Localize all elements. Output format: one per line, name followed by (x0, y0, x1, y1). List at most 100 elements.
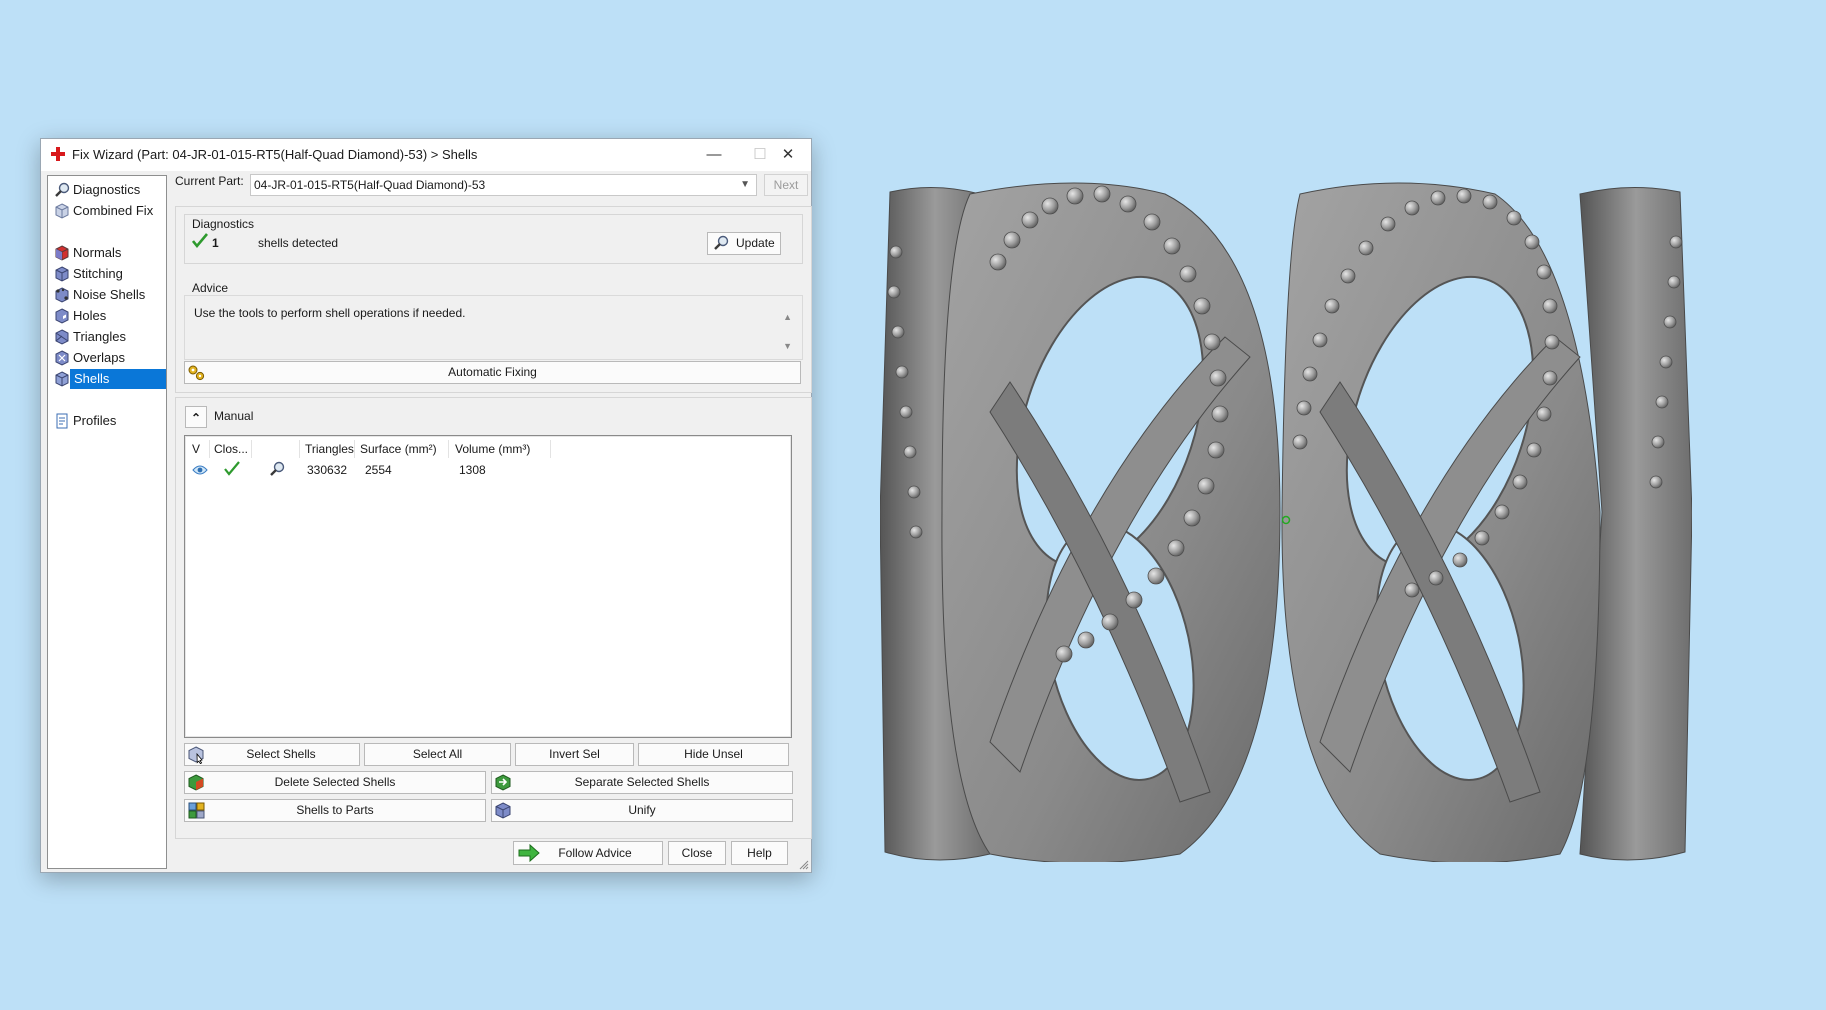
manual-title: Manual (214, 409, 254, 423)
separate-shells-icon (495, 774, 511, 791)
current-part-dropdown[interactable]: 04-JR-01-015-RT5(Half-Quad Diamond)-53 ▼ (250, 174, 757, 196)
closed-check-icon (224, 461, 240, 476)
column-header-volume[interactable]: Volume (mm³) (455, 440, 530, 458)
shells-table[interactable]: V Clos... Triangles Surface (mm²) Volume… (184, 435, 792, 738)
cell-surface: 2554 (365, 463, 392, 477)
profiles-icon (56, 413, 68, 429)
sidebar-item-label: Stitching (73, 266, 123, 281)
sidebar-item-combined-fix[interactable]: Combined Fix (52, 201, 165, 221)
select-all-button[interactable]: Select All (364, 743, 511, 766)
sidebar-item-label: Holes (73, 308, 107, 323)
hide-unsel-button[interactable]: Hide Unsel (638, 743, 789, 766)
diagnostics-status: shells detected (258, 236, 339, 250)
magnifier-icon (714, 235, 729, 250)
collapse-manual-button[interactable]: ⌃ (185, 406, 207, 428)
shells-to-parts-icon (188, 802, 205, 819)
sidebar-item-label: Triangles (73, 329, 126, 344)
diagnostics-box: Diagnostics 1 shells detected Update (184, 214, 803, 264)
minimize-icon: — (706, 146, 722, 163)
stitching-icon (55, 266, 69, 282)
close-window-button[interactable]: ✕ (765, 139, 811, 171)
sidebar-item-shells[interactable]: Shells (52, 369, 166, 389)
invert-sel-button[interactable]: Invert Sel (515, 743, 634, 766)
unify-label: Unify (628, 803, 656, 817)
column-divider (550, 440, 551, 458)
column-divider (448, 440, 449, 458)
separate-selected-shells-button[interactable]: Separate Selected Shells (491, 771, 793, 794)
sidebar-item-profiles[interactable]: Profiles (52, 411, 165, 431)
advice-title: Advice (192, 281, 229, 295)
next-button[interactable]: Next (764, 174, 808, 196)
overlaps-icon (55, 350, 69, 366)
follow-advice-label: Follow Advice (558, 846, 632, 860)
column-header-closed[interactable]: Clos... (214, 440, 248, 458)
follow-advice-button[interactable]: Follow Advice (513, 841, 663, 865)
column-header-visible[interactable]: V (192, 440, 200, 458)
ring-model-3d-view[interactable] (880, 182, 1692, 862)
current-part-value: 04-JR-01-015-RT5(Half-Quad Diamond)-53 (254, 178, 486, 192)
wizard-sidebar: Diagnostics Combined Fix Normals Stitchi… (47, 175, 167, 869)
select-shells-icon (188, 746, 204, 764)
triangles-icon (55, 329, 69, 345)
sidebar-item-label: Overlaps (73, 350, 126, 365)
update-button[interactable]: Update (707, 232, 781, 255)
fix-wizard-window: Fix Wizard (Part: 04-JR-01-015-RT5(Half-… (40, 138, 812, 873)
chevron-down-icon: ▼ (740, 179, 750, 190)
current-part-label: Current Part: (175, 174, 244, 188)
title-bar[interactable]: Fix Wizard (Part: 04-JR-01-015-RT5(Half-… (41, 139, 811, 171)
column-divider (299, 440, 300, 458)
sidebar-item-holes[interactable]: Holes (52, 306, 165, 326)
close-icon: ✕ (781, 146, 795, 163)
sidebar-item-label: Noise Shells (73, 287, 146, 302)
automatic-fixing-button[interactable]: Automatic Fixing (184, 361, 801, 384)
automatic-fixing-label: Automatic Fixing (448, 365, 537, 379)
column-header-surface[interactable]: Surface (mm²) (360, 440, 437, 458)
unify-icon (495, 802, 511, 819)
cell-volume: 1308 (459, 463, 486, 477)
sidebar-item-label: Shells (70, 369, 166, 389)
inspect-magnifier-icon[interactable] (269, 461, 285, 477)
cell-triangles: 330632 (307, 463, 348, 477)
gears-icon (188, 365, 205, 381)
eye-icon[interactable] (192, 463, 208, 477)
column-divider (354, 440, 355, 458)
select-shells-button[interactable]: Select Shells (184, 743, 360, 766)
chevron-up-icon: ⌃ (190, 411, 202, 425)
column-header-triangles[interactable]: Triangles (305, 440, 354, 458)
noise-shells-icon (55, 287, 69, 303)
minimize-button[interactable]: — (691, 139, 737, 171)
close-button[interactable]: Close (668, 841, 726, 865)
check-icon (192, 233, 208, 249)
green-arrow-icon (518, 843, 540, 863)
window-title: Fix Wizard (Part: 04-JR-01-015-RT5(Half-… (72, 147, 478, 162)
diagnostics-icon (55, 182, 70, 197)
column-divider (251, 440, 252, 458)
sidebar-item-normals[interactable]: Normals (52, 243, 165, 263)
shells-to-parts-button[interactable]: Shells to Parts (184, 799, 486, 822)
delete-shells-icon (188, 774, 204, 791)
shells-to-parts-label: Shells to Parts (296, 803, 374, 817)
holes-icon (55, 308, 69, 324)
advice-text: Use the tools to perform shell operation… (194, 306, 466, 320)
resize-grip-icon[interactable] (799, 860, 809, 870)
sidebar-item-stitching[interactable]: Stitching (52, 264, 165, 284)
update-label: Update (736, 236, 775, 250)
combined-fix-icon (55, 203, 69, 219)
sidebar-item-diagnostics[interactable]: Diagnostics (52, 180, 165, 200)
sidebar-item-triangles[interactable]: Triangles (52, 327, 165, 347)
advice-box: Use the tools to perform shell operation… (184, 295, 803, 360)
unify-button[interactable]: Unify (491, 799, 793, 822)
delete-selected-shells-button[interactable]: Delete Selected Shells (184, 771, 486, 794)
sidebar-item-label: Diagnostics (73, 182, 141, 197)
shell-count: 1 (212, 236, 219, 250)
select-shells-label: Select Shells (246, 747, 316, 761)
red-cross-icon (51, 147, 65, 161)
sidebar-item-label: Profiles (73, 413, 117, 428)
sidebar-item-overlaps[interactable]: Overlaps (52, 348, 165, 368)
separate-selected-shells-label: Separate Selected Shells (574, 775, 710, 789)
scroll-down-icon[interactable]: ▼ (783, 341, 792, 351)
help-button[interactable]: Help (731, 841, 788, 865)
scroll-up-icon[interactable]: ▲ (783, 312, 792, 322)
shells-icon (55, 371, 69, 387)
sidebar-item-noise-shells[interactable]: Noise Shells (52, 285, 165, 305)
